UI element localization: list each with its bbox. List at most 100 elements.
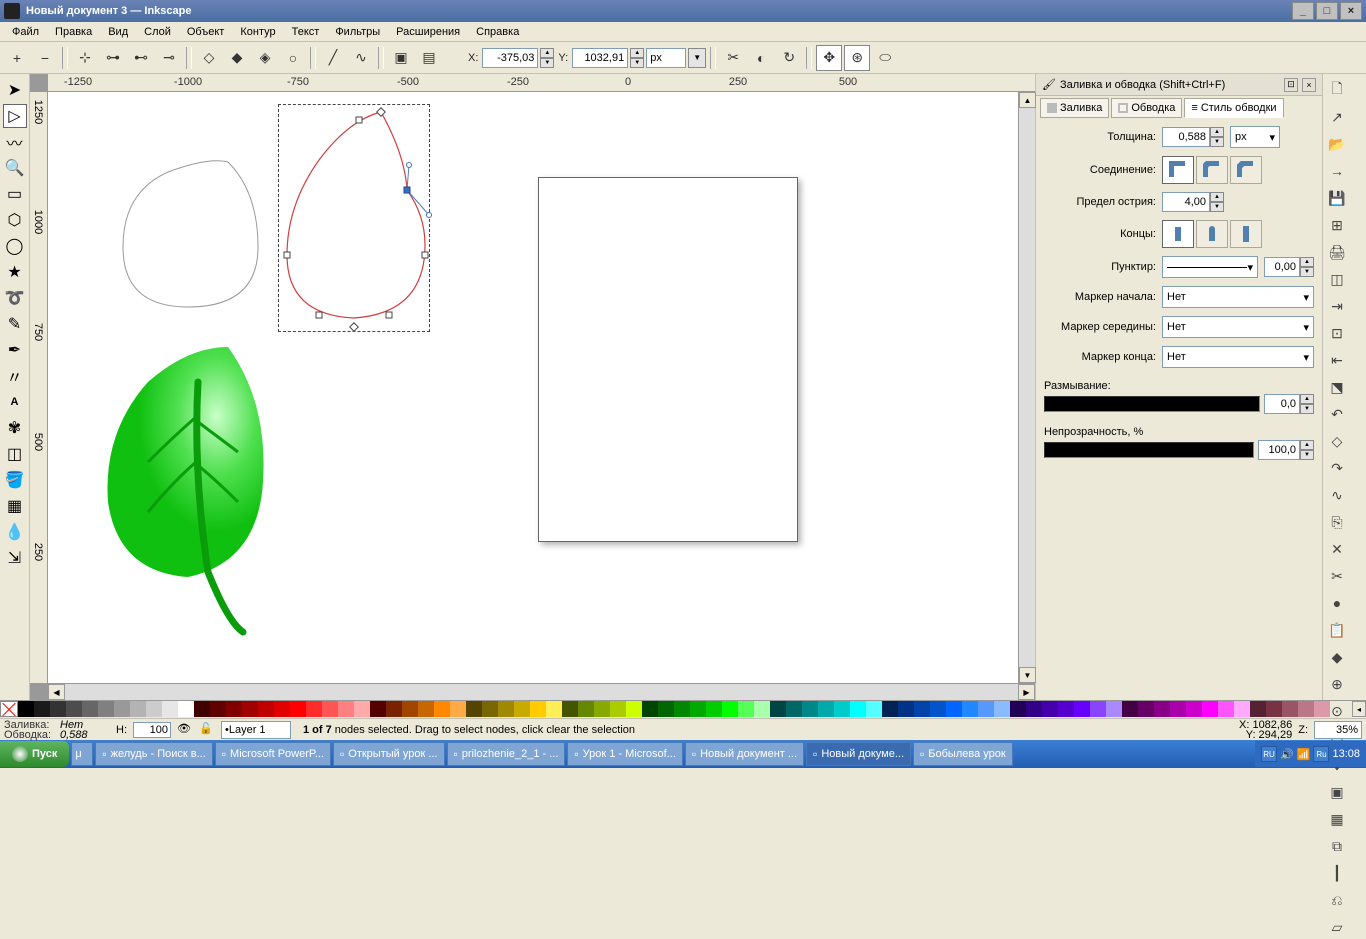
color-swatch[interactable] bbox=[738, 701, 754, 717]
color-swatch[interactable] bbox=[1090, 701, 1106, 717]
new-icon[interactable]: 🗋 bbox=[1325, 78, 1349, 102]
taskbar-tab[interactable]: ▫Microsoft PowerP... bbox=[215, 742, 331, 766]
minimize-button[interactable]: _ bbox=[1292, 2, 1314, 20]
taskbar-tab[interactable]: ▫Открытый урок ... bbox=[333, 742, 445, 766]
horizontal-scrollbar[interactable]: ◀ ▶ bbox=[48, 683, 1035, 700]
color-swatch[interactable] bbox=[562, 701, 578, 717]
undo-icon[interactable]: ↶ bbox=[1325, 402, 1349, 426]
copy-icon[interactable]: ⎘ bbox=[1325, 510, 1349, 534]
redo-icon[interactable]: ↷ bbox=[1325, 456, 1349, 480]
color-swatch[interactable] bbox=[802, 701, 818, 717]
cap-square-icon[interactable] bbox=[1230, 220, 1262, 248]
snap-path-icon[interactable]: ∿ bbox=[1325, 483, 1349, 507]
node-cusp-icon[interactable]: ◇ bbox=[196, 45, 222, 71]
color-swatch[interactable] bbox=[642, 701, 658, 717]
print-icon[interactable]: 🖨 bbox=[1325, 240, 1349, 264]
ellipse-tool-icon[interactable]: ◯ bbox=[3, 234, 27, 258]
show-outline-icon[interactable]: ⬭ bbox=[872, 45, 898, 71]
zoom-fit-icon[interactable]: ⊕ bbox=[1325, 672, 1349, 696]
open-icon[interactable]: 📂 bbox=[1325, 132, 1349, 156]
segment-line-icon[interactable]: ╱ bbox=[320, 45, 346, 71]
dash-offset-input[interactable] bbox=[1264, 257, 1300, 277]
color-swatch[interactable] bbox=[754, 701, 770, 717]
taskbar-tab[interactable]: ▫Новый докуме... bbox=[806, 742, 911, 766]
node-handle[interactable] bbox=[406, 162, 412, 168]
clone-icon[interactable]: ⎌ bbox=[1325, 888, 1349, 912]
taskbar-tab[interactable]: ▫prilozhenie_2_1 - ... bbox=[447, 742, 566, 766]
color-swatch[interactable] bbox=[130, 701, 146, 717]
color-swatch[interactable] bbox=[1266, 701, 1282, 717]
snap-smooth-icon[interactable]: ● bbox=[1325, 591, 1349, 615]
color-swatch[interactable] bbox=[786, 701, 802, 717]
snap-corner-icon[interactable]: ⬔ bbox=[1325, 375, 1349, 399]
color-swatch[interactable] bbox=[1026, 701, 1042, 717]
color-swatch[interactable] bbox=[434, 701, 450, 717]
color-swatch[interactable] bbox=[274, 701, 290, 717]
show-clip-icon[interactable]: ✂ bbox=[720, 45, 746, 71]
snap-grid-icon[interactable]: ▦ bbox=[1325, 807, 1349, 831]
color-swatch[interactable] bbox=[1282, 701, 1298, 717]
color-swatch[interactable] bbox=[418, 701, 434, 717]
color-swatch[interactable] bbox=[210, 701, 226, 717]
scroll-right-icon[interactable]: ▶ bbox=[1018, 684, 1035, 700]
color-swatch[interactable] bbox=[98, 701, 114, 717]
color-swatch[interactable] bbox=[66, 701, 82, 717]
pencil-tool-icon[interactable]: ✎ bbox=[3, 312, 27, 336]
cut-icon[interactable]: ✂ bbox=[1325, 564, 1349, 588]
color-swatch[interactable] bbox=[578, 701, 594, 717]
x-up-icon[interactable]: ▲ bbox=[540, 48, 554, 58]
color-swatch[interactable] bbox=[610, 701, 626, 717]
color-swatch[interactable] bbox=[706, 701, 722, 717]
green-leaf-shape[interactable] bbox=[88, 342, 288, 642]
calligraphy-tool-icon[interactable]: 〃 bbox=[3, 364, 27, 388]
path-node[interactable] bbox=[422, 252, 429, 259]
color-swatch[interactable] bbox=[50, 701, 66, 717]
layer-lock-icon[interactable]: 🔓 bbox=[199, 722, 215, 738]
node-handle[interactable] bbox=[426, 212, 432, 218]
color-swatch[interactable] bbox=[1058, 701, 1074, 717]
cap-round-icon[interactable] bbox=[1196, 220, 1228, 248]
color-swatch[interactable] bbox=[834, 701, 850, 717]
color-swatch[interactable] bbox=[178, 701, 194, 717]
color-swatch[interactable] bbox=[594, 701, 610, 717]
color-swatch[interactable] bbox=[370, 701, 386, 717]
node-break-icon[interactable]: ⊹ bbox=[72, 45, 98, 71]
node-auto-icon[interactable]: ○ bbox=[280, 45, 306, 71]
tab-stroke[interactable]: Обводка bbox=[1111, 98, 1182, 118]
menu-edit[interactable]: Правка bbox=[47, 24, 100, 40]
layer-visible-icon[interactable]: 👁 bbox=[177, 722, 193, 738]
zoom-input[interactable] bbox=[1314, 721, 1362, 739]
color-swatch[interactable] bbox=[546, 701, 562, 717]
opacity-slider[interactable] bbox=[1044, 442, 1254, 458]
color-swatch[interactable] bbox=[34, 701, 50, 717]
color-swatch[interactable] bbox=[1314, 701, 1330, 717]
taskbar-tab[interactable]: ▫Бобылева урок bbox=[913, 742, 1013, 766]
maximize-button[interactable]: □ bbox=[1316, 2, 1338, 20]
color-swatch[interactable] bbox=[1202, 701, 1218, 717]
snap-guide-icon[interactable]: ┃ bbox=[1325, 861, 1349, 885]
path-node[interactable] bbox=[316, 312, 323, 319]
color-swatch[interactable] bbox=[1250, 701, 1266, 717]
path-node[interactable] bbox=[356, 117, 363, 124]
path-node-selected[interactable] bbox=[404, 187, 411, 194]
scroll-left-icon[interactable]: ◀ bbox=[48, 684, 65, 700]
menu-path[interactable]: Контур bbox=[232, 24, 283, 40]
color-swatch[interactable] bbox=[482, 701, 498, 717]
gradient-tool-icon[interactable]: ▦ bbox=[3, 494, 27, 518]
selector-tool-icon[interactable]: ➤ bbox=[3, 78, 27, 102]
join-miter-icon[interactable] bbox=[1162, 156, 1194, 184]
color-swatch[interactable] bbox=[946, 701, 962, 717]
vertical-scrollbar[interactable]: ▲ ▼ bbox=[1018, 92, 1035, 683]
color-swatch[interactable] bbox=[322, 701, 338, 717]
node-delete-icon[interactable]: − bbox=[32, 45, 58, 71]
node-tool-icon[interactable]: ▷ bbox=[3, 104, 27, 128]
rect-tool-icon[interactable]: ▭ bbox=[3, 182, 27, 206]
color-swatch[interactable] bbox=[866, 701, 882, 717]
dropper-tool-icon[interactable]: 💧 bbox=[3, 520, 27, 544]
layer-select[interactable]: •Layer 1 bbox=[221, 721, 291, 739]
quicklaunch-utorrent-icon[interactable]: μ bbox=[71, 742, 93, 766]
color-swatch[interactable] bbox=[978, 701, 994, 717]
recent-icon[interactable]: → bbox=[1325, 159, 1349, 183]
color-swatch[interactable] bbox=[1042, 701, 1058, 717]
color-swatch[interactable] bbox=[1106, 701, 1122, 717]
